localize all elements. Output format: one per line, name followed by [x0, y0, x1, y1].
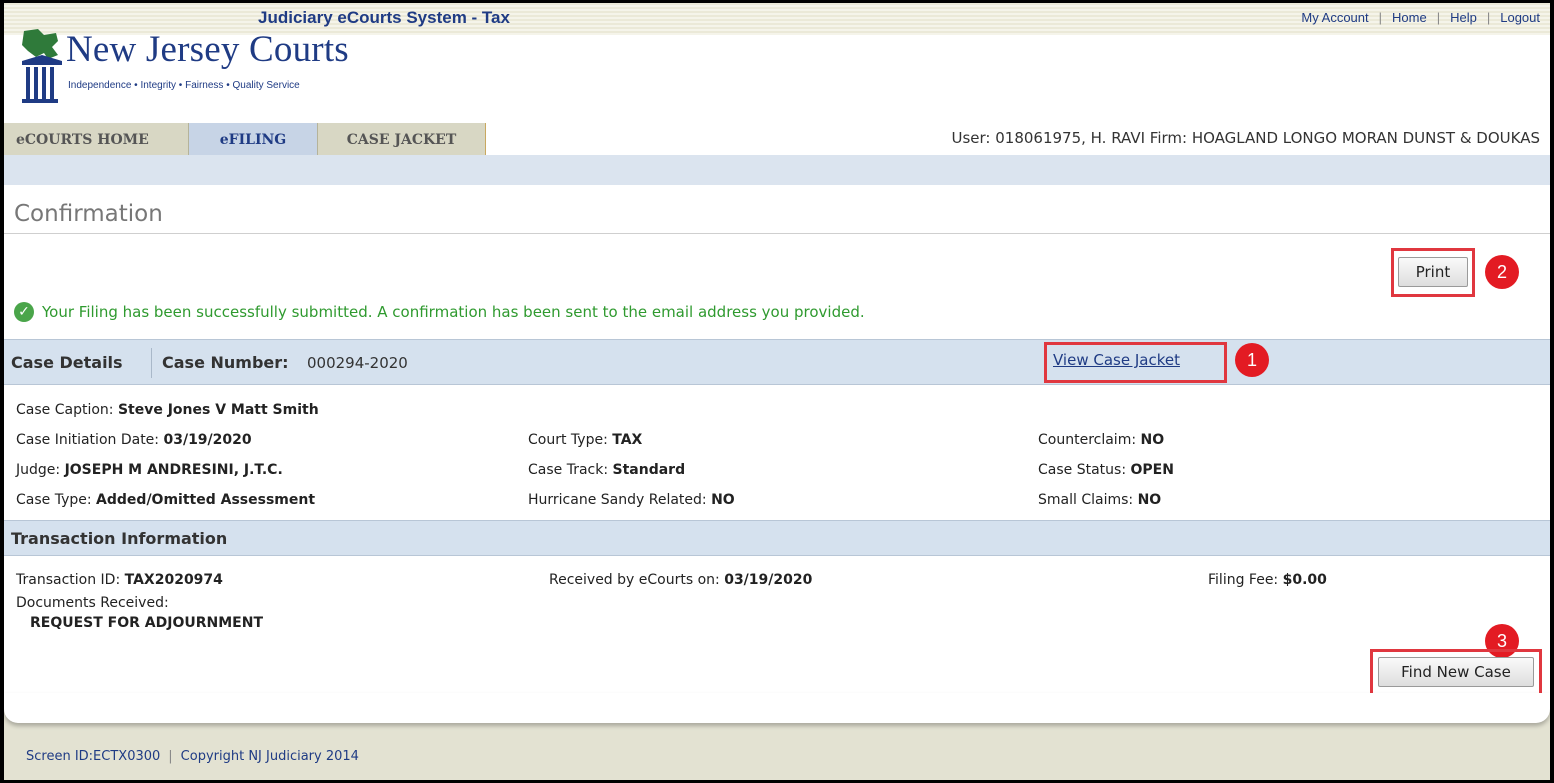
my-account-link[interactable]: My Account — [1301, 10, 1368, 25]
top-links: My Account | Home | Help | Logout — [1301, 10, 1540, 25]
home-link[interactable]: Home — [1392, 10, 1427, 25]
transaction-header: Transaction Information — [4, 520, 1550, 556]
courthouse-icon — [22, 29, 62, 103]
case-track: Case Track: Standard — [528, 462, 686, 478]
help-link[interactable]: Help — [1450, 10, 1477, 25]
title-divider — [4, 233, 1550, 234]
page-title: Confirmation — [14, 201, 163, 227]
received-date: Received by eCourts on: 03/19/2020 — [549, 572, 813, 588]
filing-fee: Filing Fee: $0.00 — [1208, 572, 1327, 588]
annotation-badge-2: 2 — [1485, 255, 1519, 289]
transaction-title: Transaction Information — [11, 529, 228, 548]
case-status: Case Status: OPEN — [1038, 462, 1174, 478]
judge: Judge: JOSEPH M ANDRESINI, J.T.C. — [16, 462, 283, 478]
case-details-header: Case Details Case Number: 000294-2020 Vi… — [4, 339, 1550, 385]
page: Judiciary eCourts System - Tax My Accoun… — [4, 3, 1550, 780]
nav-tabs: eCOURTS HOME eFILING CASE JACKET — [4, 123, 486, 155]
logout-link[interactable]: Logout — [1500, 10, 1540, 25]
copyright: Copyright NJ Judiciary 2014 — [180, 749, 359, 764]
footer: Screen ID:ECTX0300 | Copyright NJ Judiciar… — [26, 749, 359, 764]
nj-courts-logo: New Jersey Courts Independence • Integri… — [10, 25, 370, 113]
user-info: User: 018061975, H. RAVI Firm: HOAGLAND … — [951, 129, 1540, 147]
view-jacket-highlight — [1044, 342, 1227, 383]
tab-case-jacket[interactable]: CASE JACKET — [318, 123, 486, 155]
tab-efiling[interactable]: eFILING — [189, 123, 318, 155]
documents-received-label: Documents Received: — [16, 595, 169, 611]
annotation-badge-1: 1 — [1235, 343, 1269, 377]
logo-name: New Jersey Courts — [66, 29, 349, 70]
tab-ecourts-home[interactable]: eCOURTS HOME — [4, 123, 189, 155]
success-banner: ✓ Your Filing has been successfully subm… — [14, 302, 865, 322]
content-card-bottom — [4, 693, 1550, 723]
nav-bar: eCOURTS HOME eFILING CASE JACKET User: 0… — [4, 123, 1550, 155]
hurricane-sandy-related: Hurricane Sandy Related: NO — [528, 492, 735, 508]
case-details-title: Case Details — [11, 353, 123, 372]
case-type: Case Type: Added/Omitted Assessment — [16, 492, 316, 508]
checkmark-icon: ✓ — [14, 302, 34, 322]
case-number-label: Case Number: — [162, 353, 289, 372]
transaction-id: Transaction ID: TAX2020974 — [16, 572, 223, 588]
find-new-case-highlight — [1370, 649, 1542, 697]
sub-nav-band — [4, 155, 1550, 185]
counterclaim: Counterclaim: NO — [1038, 432, 1165, 448]
screen-id: Screen ID:ECTX0300 — [26, 749, 161, 764]
court-type: Court Type: TAX — [528, 432, 643, 448]
success-message: Your Filing has been successfully submit… — [42, 303, 865, 321]
logo-tagline: Independence • Integrity • Fairness • Qu… — [68, 80, 300, 91]
print-highlight — [1391, 248, 1475, 297]
case-initiation-date: Case Initiation Date: 03/19/2020 — [16, 432, 252, 448]
case-number-value: 000294-2020 — [307, 354, 408, 372]
case-caption: Case Caption: Steve Jones V Matt Smith — [16, 402, 319, 418]
header-separator — [151, 348, 152, 378]
small-claims: Small Claims: NO — [1038, 492, 1162, 508]
document-item: REQUEST FOR ADJOURNMENT — [30, 615, 263, 631]
